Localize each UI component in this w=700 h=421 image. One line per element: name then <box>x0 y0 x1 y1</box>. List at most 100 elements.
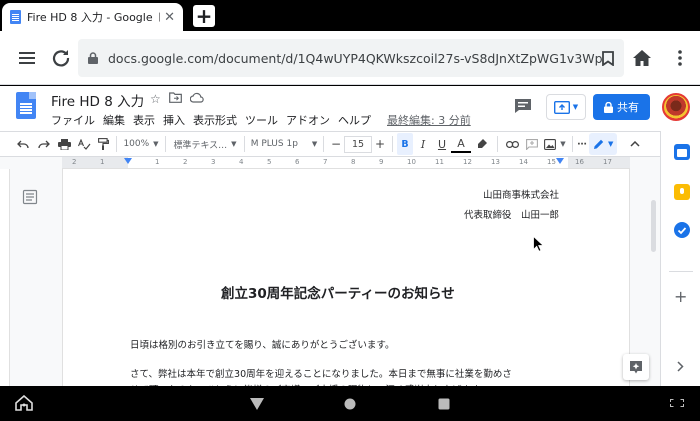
chevron-down-icon: ▼ <box>560 140 566 148</box>
explore-button[interactable] <box>623 354 649 380</box>
ruler-number: 16 <box>575 158 584 166</box>
zoom-select[interactable]: 100% ▼ <box>121 133 161 155</box>
style-select[interactable]: 標準テキス… ▼ <box>170 133 240 155</box>
add-comment-icon[interactable] <box>522 133 542 155</box>
spellcheck-icon[interactable] <box>74 133 94 155</box>
share-button[interactable]: 共有 <box>593 94 650 120</box>
lock-share-icon <box>604 101 613 113</box>
comment-history-icon[interactable] <box>514 98 532 114</box>
ruler-number: 14 <box>519 158 528 166</box>
tab-close-icon[interactable]: ✕ <box>164 10 175 25</box>
ruler-number: 1 <box>100 158 105 166</box>
vertical-scrollbar[interactable] <box>651 200 656 252</box>
menu-edit[interactable]: 編集 <box>103 112 125 128</box>
chevron-right-icon[interactable] <box>677 361 684 372</box>
more-horiz-icon[interactable]: ⋯ <box>577 133 587 155</box>
ruler-number: 13 <box>491 158 500 166</box>
home-app-icon[interactable] <box>15 395 33 411</box>
document-outline-icon[interactable] <box>22 189 38 205</box>
signer-name: 代表取締役 山田一郎 <box>463 210 559 221</box>
editing-mode-button[interactable]: ▼ <box>589 133 618 155</box>
hamburger-icon[interactable] <box>14 45 40 71</box>
menu-bar: ファイル 編集 表示 挿入 表示形式 ツール アドオン ヘルプ 最終編集: 3 … <box>51 112 471 128</box>
tasks-icon[interactable] <box>674 222 690 238</box>
ruler-number: 4 <box>239 158 244 166</box>
ruler-number: 1 <box>155 158 160 166</box>
text-color-button[interactable]: A <box>451 135 471 153</box>
ruler-number: 10 <box>407 158 416 166</box>
mouse-cursor-icon <box>533 236 544 252</box>
bold-button[interactable]: B <box>397 133 413 155</box>
style-value: 標準テキス… <box>173 140 228 151</box>
system-nav-bar <box>0 386 700 421</box>
menu-format[interactable]: 表示形式 <box>193 112 237 128</box>
ruler-number: 3 <box>211 158 216 166</box>
chevron-down-icon: ▼ <box>311 140 318 148</box>
star-icon[interactable]: ☆ <box>150 92 161 106</box>
paint-format-icon[interactable] <box>94 133 112 155</box>
last-edit-link[interactable]: 最終編集: 3 分前 <box>387 112 471 128</box>
tab-strip: Fire HD 8 入力 - Google ドキュ ✕ + <box>0 0 700 31</box>
font-value: M PLUS 1p <box>250 139 298 149</box>
cloud-status-icon[interactable] <box>189 92 204 103</box>
fullscreen-icon[interactable] <box>670 399 684 407</box>
back-icon[interactable] <box>250 398 264 410</box>
chevron-down-icon: ▼ <box>572 103 579 111</box>
menu-addons[interactable]: アドオン <box>286 112 330 128</box>
ruler-number: 9 <box>379 158 384 166</box>
insert-image-icon[interactable]: ▼ <box>542 133 568 155</box>
undo-icon[interactable] <box>12 133 34 155</box>
home-icon[interactable] <box>629 45 655 71</box>
bookmark-icon[interactable] <box>602 50 614 66</box>
present-button[interactable]: ▼ <box>546 94 586 120</box>
highlight-icon[interactable] <box>471 133 493 155</box>
formatting-toolbar: 100% ▼ 標準テキス… ▼ M PLUS 1p ▼ − 15 + B I U A … <box>0 131 660 157</box>
address-bar[interactable]: docs.google.com/document/d/1Q4wUYP4QKWks… <box>78 39 624 77</box>
link-icon[interactable] <box>502 133 522 155</box>
new-tab-button[interactable]: + <box>193 5 215 27</box>
company-name: 山田商事株式会社 <box>482 190 559 201</box>
font-size-increase-button[interactable]: + <box>372 133 388 155</box>
home-button-icon[interactable] <box>344 398 356 410</box>
ruler-number: 17 <box>603 158 612 166</box>
share-label: 共有 <box>617 101 639 114</box>
ruler-number: 5 <box>267 158 272 166</box>
avatar[interactable] <box>662 93 690 121</box>
font-size-decrease-button[interactable]: − <box>328 133 344 155</box>
tab-title: Fire HD 8 入力 - Google ドキュ <box>27 11 160 24</box>
document-page[interactable]: 山田商事株式会社 代表取締役 山田一郎 創立30周年記念パーティーのお知らせ 日… <box>62 169 630 396</box>
chevron-down-icon: ▼ <box>608 140 614 148</box>
recents-icon[interactable] <box>438 398 450 410</box>
add-addon-icon[interactable]: + <box>674 287 687 306</box>
menu-help[interactable]: ヘルプ <box>338 112 371 128</box>
lock-icon <box>88 52 98 64</box>
print-icon[interactable] <box>54 133 74 155</box>
browser-tab[interactable]: Fire HD 8 入力 - Google ドキュ ✕ <box>2 3 183 31</box>
ruler-number: 15 <box>547 158 556 166</box>
underline-button[interactable]: U <box>433 133 451 155</box>
menu-view[interactable]: 表示 <box>133 112 155 128</box>
horizontal-ruler[interactable]: 2 1 1 2 3 4 5 6 7 8 9 10 11 12 13 14 15 … <box>62 157 630 169</box>
menu-tools[interactable]: ツール <box>245 112 278 128</box>
collapse-toolbar-icon[interactable] <box>625 133 645 155</box>
calendar-icon[interactable] <box>674 144 690 160</box>
font-select[interactable]: M PLUS 1p ▼ <box>249 133 319 155</box>
zoom-value: 100% <box>123 139 150 149</box>
italic-button[interactable]: I <box>413 133 433 155</box>
indent-marker[interactable] <box>124 158 132 164</box>
paragraph-body-line1: さて、弊社は本年で創立30周年を迎えることになりました。本日まで無事に社業を勤め… <box>130 369 512 380</box>
vertical-ruler <box>0 169 10 386</box>
explore-icon <box>630 361 642 374</box>
docs-header: Fire HD 8 入力 ☆ ファイル 編集 表示 挿入 表示形式 ツール アド… <box>0 86 700 131</box>
more-vert-icon[interactable] <box>667 45 693 71</box>
right-indent-marker[interactable] <box>556 158 564 164</box>
move-folder-icon[interactable] <box>168 92 182 103</box>
docs-logo-icon[interactable] <box>16 92 36 119</box>
document-title[interactable]: Fire HD 8 入力 <box>51 90 144 110</box>
reload-icon[interactable] <box>48 45 74 71</box>
redo-icon[interactable] <box>34 133 54 155</box>
keep-icon[interactable] <box>674 184 690 200</box>
menu-insert[interactable]: 挿入 <box>163 112 185 128</box>
font-size-input[interactable]: 15 <box>344 135 372 153</box>
menu-file[interactable]: ファイル <box>51 112 95 128</box>
